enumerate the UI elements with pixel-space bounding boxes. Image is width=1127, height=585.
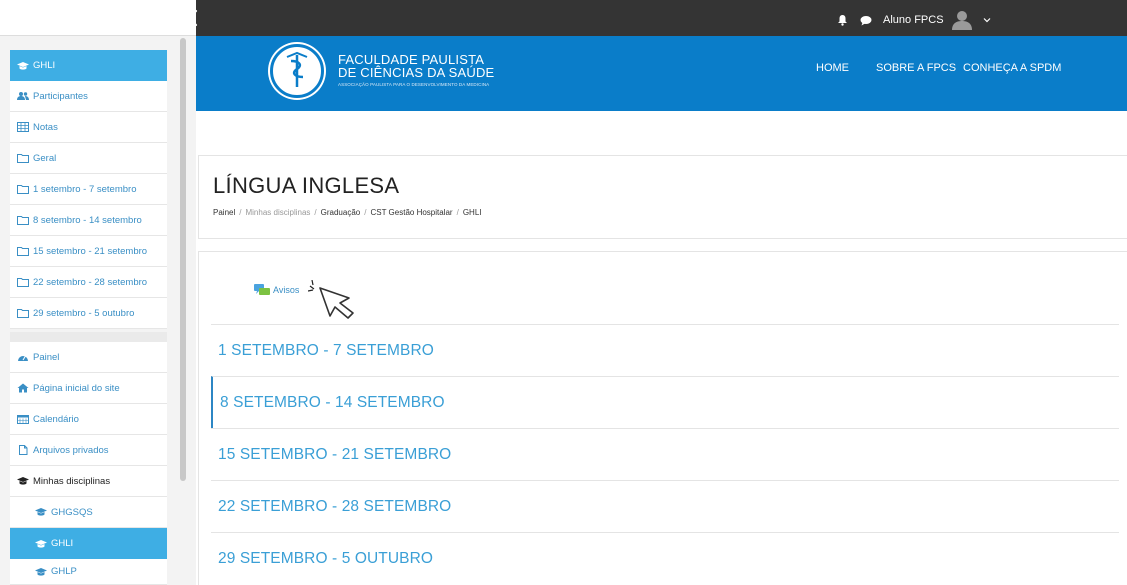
- graduation-cap-icon: [35, 539, 47, 549]
- mouse-cursor-icon: [307, 279, 364, 320]
- sidebar-item-week-1[interactable]: 1 setembro - 7 setembro: [10, 174, 167, 205]
- sidebar-item-ghgsqs[interactable]: GHGSQS: [10, 497, 167, 528]
- home-icon: [17, 383, 29, 393]
- sidebar-item-ghli-course[interactable]: GHLI: [10, 50, 167, 81]
- users-icon: [17, 91, 29, 101]
- breadcrumb: Painel / Minhas disciplinas / Graduação / CST …: [213, 208, 482, 217]
- breadcrumb-ghli[interactable]: GHLI: [463, 208, 482, 217]
- sidebar-divider: [10, 332, 167, 342]
- avatar-icon[interactable]: [950, 10, 974, 30]
- section-week-4[interactable]: 22 SETEMBRO - 28 SETEMBRO: [211, 480, 1119, 532]
- sidebar-scrollbar[interactable]: [180, 38, 186, 481]
- section-week-2[interactable]: 8 SETEMBRO - 14 SETEMBRO: [211, 376, 1119, 428]
- sidebar-item-week-2[interactable]: 8 setembro - 14 setembro: [10, 205, 167, 236]
- spdm-logo[interactable]: [270, 44, 324, 98]
- section-week-5[interactable]: 29 SETEMBRO - 5 OUTUBRO: [211, 532, 1119, 584]
- folder-icon: [17, 246, 29, 256]
- calendar-icon: [17, 414, 29, 424]
- forum-icon: [254, 284, 270, 296]
- logo-subtitle: ASSOCIAÇÃO PAULISTA PARA O DESENVOLVIMEN…: [338, 82, 490, 87]
- sidebar-item-painel[interactable]: Painel: [10, 342, 167, 373]
- breadcrumb-minhas-disciplinas[interactable]: Minhas disciplinas: [245, 208, 310, 217]
- breadcrumb-painel[interactable]: Painel: [213, 208, 235, 217]
- logo-title-line-2: DE CIÊNCIAS DA SAÚDE: [338, 65, 495, 80]
- folder-icon: [17, 215, 29, 225]
- user-name[interactable]: Aluno FPCS: [883, 14, 944, 26]
- topbar-left-panel: [0, 0, 196, 36]
- sidebar-item-week-3[interactable]: 15 setembro - 21 setembro: [10, 236, 167, 267]
- graduation-cap-icon: [35, 507, 47, 517]
- bell-icon[interactable]: [835, 13, 849, 27]
- close-drawer-icon[interactable]: [176, 5, 202, 31]
- graduation-cap-icon: [17, 476, 29, 486]
- file-icon: [17, 445, 29, 455]
- breadcrumb-cst-gestao-hospitalar[interactable]: CST Gestão Hospitalar: [370, 208, 452, 217]
- sidebar-item-geral[interactable]: Geral: [10, 143, 167, 174]
- sidebar-item-week-5[interactable]: 29 setembro - 5 outubro: [10, 298, 167, 329]
- breadcrumb-graduacao[interactable]: Graduação: [321, 208, 361, 217]
- folder-icon: [17, 308, 29, 318]
- chevron-down-icon[interactable]: [982, 15, 992, 25]
- sidebar-item-week-4[interactable]: 22 setembro - 28 setembro: [10, 267, 167, 298]
- avisos-link[interactable]: Avisos: [254, 284, 299, 296]
- sidebar-item-pagina-inicial[interactable]: Página inicial do site: [10, 373, 167, 404]
- sidebar-item-minhas-disciplinas[interactable]: Minhas disciplinas: [10, 466, 167, 497]
- sidebar-item-notas[interactable]: Notas: [10, 112, 167, 143]
- sidebar-item-ghlp[interactable]: GHLP: [10, 559, 167, 585]
- folder-icon: [17, 277, 29, 287]
- nav-home[interactable]: HOME: [816, 62, 849, 74]
- graduation-cap-icon: [17, 61, 29, 71]
- sidebar-item-arquivos-privados[interactable]: Arquivos privados: [10, 435, 167, 466]
- folder-icon: [17, 184, 29, 194]
- page-title: LÍNGUA INGLESA: [213, 173, 400, 198]
- chat-icon[interactable]: [859, 13, 873, 27]
- nav-conheca-spdm[interactable]: CONHEÇA A SPDM: [963, 62, 1061, 74]
- section-week-3[interactable]: 15 SETEMBRO - 21 SETEMBRO: [211, 428, 1119, 480]
- nav-sobre-fpcs[interactable]: SOBRE A FPCS: [876, 62, 956, 74]
- sidebar-item-participantes[interactable]: Participantes: [10, 81, 167, 112]
- graduation-cap-icon: [35, 567, 47, 577]
- sidebar-item-calendario[interactable]: Calendário: [10, 404, 167, 435]
- folder-icon: [17, 153, 29, 163]
- dashboard-icon: [17, 352, 29, 362]
- table-icon: [17, 122, 29, 132]
- section-week-1[interactable]: 1 SETEMBRO - 7 SETEMBRO: [211, 324, 1119, 376]
- sidebar-item-ghli[interactable]: GHLI: [10, 528, 167, 559]
